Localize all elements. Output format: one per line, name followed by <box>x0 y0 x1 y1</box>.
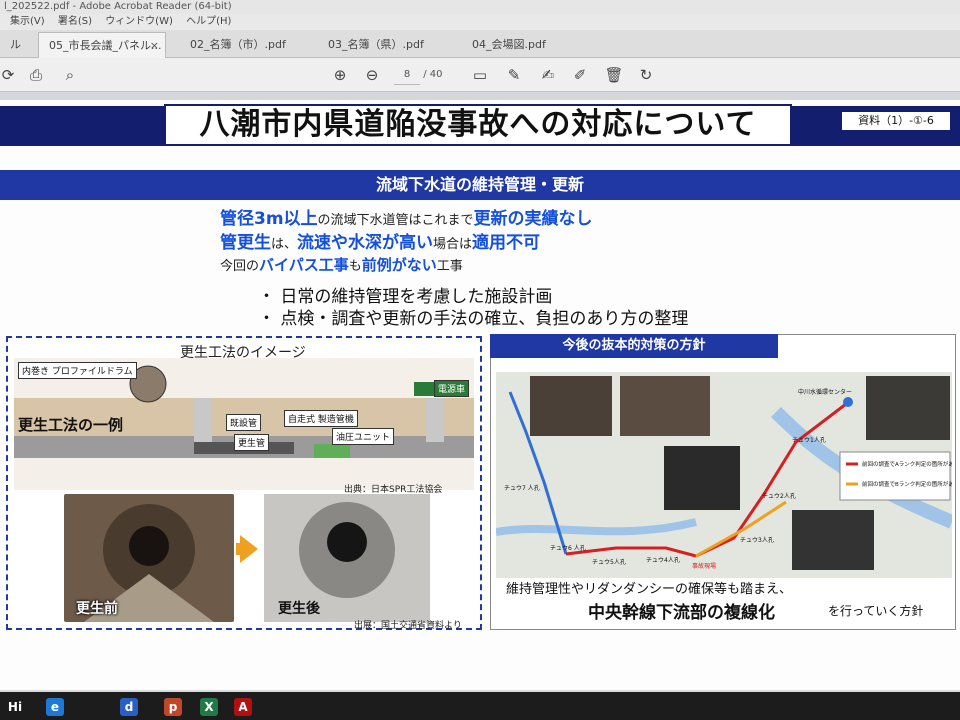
point-line-2: 管更生は、流速や水深が高い場合は適用不可 <box>220 233 541 253</box>
map-label-6: チュウ6 人孔 <box>550 544 586 552</box>
taskbar <box>0 692 960 720</box>
pen-icon[interactable]: ✎ <box>504 65 524 85</box>
manhole-right <box>426 398 444 442</box>
label-after: 更生後 <box>278 601 320 617</box>
arrow-down-icon[interactable]: ⊖ <box>362 65 382 85</box>
map-legend <box>839 451 951 501</box>
inspection-photo-3 <box>664 446 740 510</box>
hydraulic-unit-icon <box>314 444 350 458</box>
manhole-left <box>194 398 212 442</box>
taskbar-app-1[interactable]: Hi <box>6 698 24 716</box>
menu-item-sign[interactable]: 署名(S) <box>58 16 92 27</box>
arrow-up-icon[interactable]: ⊕ <box>330 65 350 85</box>
source-note-2: 出展：国土交通省資料より <box>354 621 462 631</box>
edit-icon[interactable]: ✐ <box>570 65 590 85</box>
acrobat-icon[interactable]: A <box>234 698 252 716</box>
policy-bold: 中央幹線下流部の複線化 <box>588 603 775 623</box>
label-drum: 内巻き プロファイルドラム <box>18 362 137 379</box>
policy-tail: を行っていく方針 <box>828 604 924 618</box>
map-label-5: チュウ5人孔 <box>592 558 626 566</box>
inspection-photo-4 <box>866 376 950 440</box>
label-power-truck: 電源車 <box>434 380 470 397</box>
tab-list-city[interactable]: 02_名簿（市）.pdf <box>180 32 310 58</box>
window-title: l_202522.pdf - Adobe Acrobat Reader (64-… <box>0 0 960 14</box>
page-indicator[interactable]: 8 / 40 <box>394 66 454 85</box>
label-before: 更生前 <box>76 601 118 617</box>
map-label-7: チュウ7 人孔 <box>504 484 540 492</box>
reference-badge: 資料（1）-①-6 <box>840 110 952 132</box>
edge-icon[interactable]: e <box>46 698 64 716</box>
point-line-3: 今回のバイパス工事も前例がない工事 <box>220 256 463 274</box>
toolbar: ⟳ ⎙ ⌕ ⊕ ⊖ 8 / 40 ▭ ✎ ✍ ✐ 🗑 ↻ <box>0 58 960 92</box>
zoom-icon[interactable]: ⌕ <box>60 65 80 85</box>
map-label-4: チュウ4人孔 <box>646 556 680 564</box>
inspection-photo-2 <box>620 376 710 436</box>
arrow-right-icon <box>240 535 258 563</box>
slide-title: 八潮市内県道陥没事故への対応について <box>164 104 792 146</box>
policy-text: 維持管理性やリダンダンシーの確保等も踏まえ、 <box>506 582 793 597</box>
tab-bar: ル 05_市長会議_パネル... × 02_名簿（市）.pdf 03_名簿（県）.… <box>0 30 960 58</box>
close-icon[interactable]: × <box>150 33 159 58</box>
center-node <box>843 397 853 407</box>
route-map: 前回の調査でAランク判定の箇所があった区間 前回の調査でBランク判定の箇所があっ… <box>496 372 952 578</box>
page-total: / 40 <box>423 69 443 80</box>
example-label: 更生工法の一例 <box>18 416 124 434</box>
trash-icon[interactable]: 🗑 <box>604 65 624 85</box>
inspection-photo-1 <box>530 376 612 436</box>
inspection-photo-5 <box>792 510 874 570</box>
section-heading: 流域下水道の維持管理・更新 <box>0 170 960 200</box>
map-label-accident: 事故現場 <box>692 562 716 570</box>
label-hydraulic: 油圧ユニット <box>332 428 395 445</box>
label-machine: 自走式 製造管機 <box>284 410 358 427</box>
legend-a: 前回の調査でAランク判定の箇所があった区間 <box>862 460 952 468</box>
tab-list-pref[interactable]: 03_名簿（県）.pdf <box>318 32 448 58</box>
powerpoint-icon[interactable]: p <box>164 698 182 716</box>
tab-0[interactable]: ル <box>0 32 36 58</box>
print-icon[interactable]: ⎙ <box>26 65 46 85</box>
map-label-1: チュウ1人孔 <box>792 436 826 444</box>
rotate-icon[interactable]: ↻ <box>636 65 656 85</box>
label-rehab-pipe: 更生管 <box>234 434 270 451</box>
menu-bar: 集示(V) 署名(S) ウィンドウ(W) ヘルプ(H) <box>0 14 960 30</box>
bullet-2: ・ 点検・調査や更新の手法の確立、負担のあり方の整理 <box>258 309 689 329</box>
page-input[interactable]: 8 <box>394 66 420 85</box>
menu-item-window[interactable]: ウィンドウ(W) <box>105 16 173 27</box>
share-icon[interactable]: ⟳ <box>0 65 18 85</box>
menu-item-view[interactable]: 集示(V) <box>10 16 45 27</box>
policy-panel-title: 今後の抜本的対策の方針 <box>490 334 778 358</box>
tab-venue[interactable]: 04_会場図.pdf <box>462 32 592 58</box>
map-label-2: チュウ2人孔 <box>762 492 796 500</box>
tab-active-panel[interactable]: 05_市長会議_パネル... × <box>38 32 166 58</box>
comment-icon[interactable]: ▭ <box>470 65 490 85</box>
taskbar-app-3[interactable]: d <box>120 698 138 716</box>
map-label-3: チュウ3人孔 <box>740 536 774 544</box>
point-line-1: 管径3m以上の流域下水道管はこれまで更新の実績なし <box>220 209 593 229</box>
label-existing-pipe: 既設管 <box>226 414 262 431</box>
menu-item-help[interactable]: ヘルプ(H) <box>186 16 231 27</box>
excel-icon[interactable]: X <box>200 698 218 716</box>
map-label-center: 中川水循環センター <box>798 388 852 396</box>
legend-b: 前回の調査でBランク判定の箇所があった区間 <box>862 480 952 488</box>
sign-icon[interactable]: ✍ <box>538 65 558 85</box>
